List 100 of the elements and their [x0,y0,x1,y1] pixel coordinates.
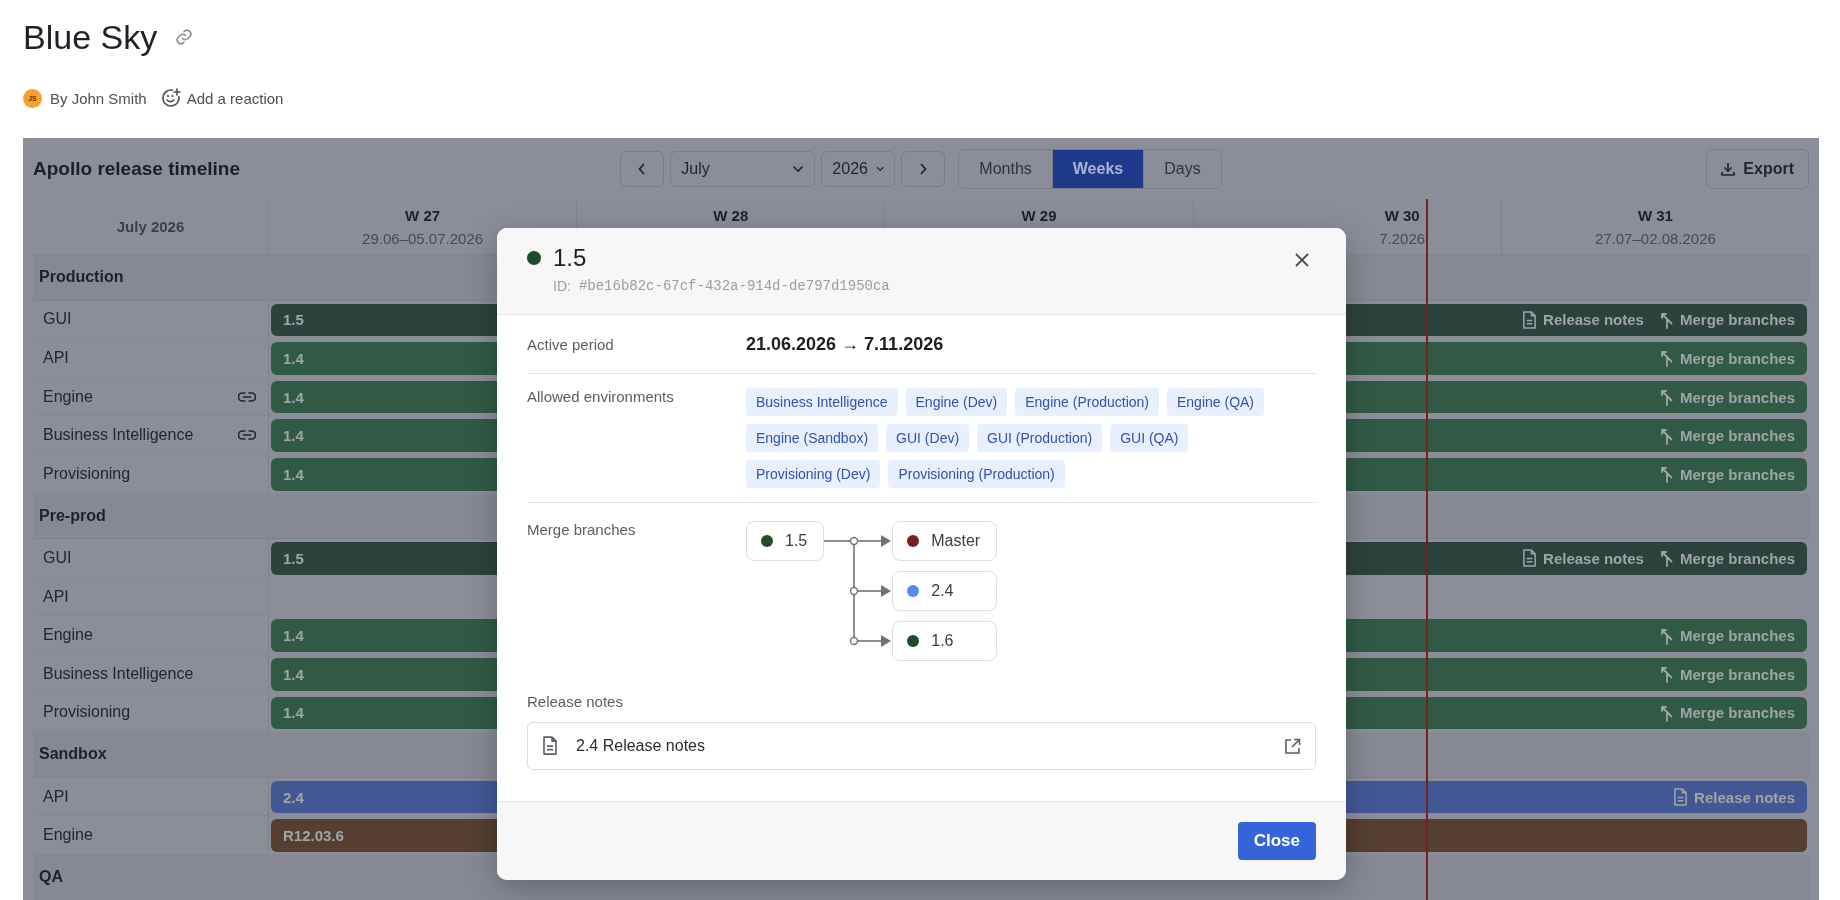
row-label: GUI [43,310,72,329]
version-label: 1.4 [283,704,304,722]
merge-icon [1659,626,1674,645]
external-link-icon [1284,737,1301,755]
row-label: Provisioning [43,703,131,722]
row-label: API [43,349,69,367]
version-label: R12.03.6 [283,827,344,845]
field-label: Allowed environments [527,388,675,407]
download-icon [1721,161,1736,176]
close-button[interactable]: Close [1237,822,1316,860]
close-icon [1294,252,1310,268]
row-label: Provisioning [43,464,131,483]
release-notes-link[interactable]: Release notes [1522,549,1644,568]
environment-tag: Engine (Sandbox) [746,424,879,452]
previous-button[interactable] [620,150,665,187]
merge-icon [1659,388,1674,407]
month-select[interactable]: July [670,150,816,187]
release-notes-link[interactable]: Release notes [1673,788,1795,806]
merge-branches-link[interactable]: Merge branches [1659,703,1795,722]
document-icon [1522,310,1538,329]
view-tab[interactable]: Months [959,149,1053,188]
week-label: W 28 [713,206,749,224]
environment-tag: Engine (QA) [1167,388,1265,416]
chevron-right-icon [919,162,928,175]
version-label: 1.4 [283,627,304,645]
timeline-title: Apollo release timeline [33,157,241,180]
version-label: 1.4 [283,465,304,483]
week-label: W 29 [1021,206,1057,224]
version-label: 1.4 [283,427,304,445]
group-label: Pre-prod [39,506,106,525]
year-select[interactable]: 2026 [821,150,896,187]
link-icon [238,430,256,441]
version-label: 2.4 [283,788,304,806]
merge-branches-link[interactable]: Merge branches [1659,426,1795,445]
week-label: W 27 [405,206,441,224]
release-notes-title: 2.4 Release notes [576,737,705,755]
branch-node[interactable]: Master [892,521,998,561]
export-button[interactable]: Export [1706,148,1809,189]
field-label: Merge branches [527,521,637,540]
document-icon [1522,549,1538,568]
row-label: GUI [43,548,72,567]
version-label: 1.4 [283,665,304,683]
release-id: #be16b82c-67cf-432a-914d-de797d1950ca [578,278,890,294]
merge-icon [1659,310,1674,329]
chevron-left-icon [638,162,647,175]
branch-node[interactable]: 1.6 [892,621,998,661]
row-label: Engine [43,626,93,645]
merge-branches-link[interactable]: Merge branches [1659,349,1795,368]
add-reaction-button[interactable]: Add a reaction [160,88,284,108]
environment-tag: GUI (QA) [1110,424,1189,452]
environment-tag: Provisioning (Production) [888,460,1065,488]
version-label: 1.5 [283,311,304,329]
next-button[interactable] [901,150,946,187]
merge-icon [1659,349,1674,368]
branch-node[interactable]: 1.5 [746,521,825,561]
environment-tag: Provisioning (Dev) [746,460,881,488]
document-icon [1673,788,1689,806]
week-label: W 30 [1384,206,1420,224]
week-dates: 29.06–05.07.2026 [362,229,484,247]
release-notes-link[interactable]: Release notes [1522,310,1644,329]
row-label: Business Intelligence [43,664,194,683]
row-label: Engine [43,387,93,406]
environment-tag: Engine (Dev) [905,388,1008,416]
version-label: 1.4 [283,388,304,406]
id-label: ID: [553,278,571,294]
merge-branches-link[interactable]: Merge branches [1659,626,1795,645]
merge-branches-link[interactable]: Merge branches [1659,310,1795,329]
environment-tag: Engine (Production) [1015,388,1159,416]
field-label: Active period [527,335,615,353]
section-label: Release notes [527,693,624,710]
merge-branches-link[interactable]: Merge branches [1659,549,1795,568]
merge-branches-link[interactable]: Merge branches [1659,388,1795,407]
page-title: Blue Sky [23,17,158,57]
link-icon [175,28,194,46]
environment-tag: Business Intelligence [746,388,898,416]
merge-icon [1659,465,1674,484]
link-icon [238,391,256,402]
active-period-value: 21.06.2026 → 7.11.2026 [746,333,945,355]
row-label: API [43,587,69,606]
dialog-title: 1.5 [553,244,587,272]
group-label: Sandbox [39,745,107,764]
merge-icon [1659,703,1674,722]
week-dates: 27.07–02.08.2026 [1594,229,1716,247]
document-icon [542,736,558,756]
merge-icon [1659,665,1674,684]
version-label: 1.5 [283,549,304,567]
view-tab[interactable]: Weeks [1052,149,1145,188]
merge-branches-link[interactable]: Merge branches [1659,665,1795,684]
row-label: API [43,787,69,806]
merge-branches-link[interactable]: Merge branches [1659,465,1795,484]
week-dates: 7.2026 [1379,229,1426,247]
group-label: QA [39,868,63,887]
branch-node[interactable]: 2.4 [892,571,998,611]
caret-icon [792,164,805,173]
row-label: Engine [43,826,93,845]
week-label: W 31 [1637,206,1673,224]
release-notes-item[interactable]: 2.4 Release notes [527,722,1316,770]
period-label: July 2026 [116,218,185,235]
merge-icon [1659,426,1674,445]
row-label: Business Intelligence [43,426,194,445]
